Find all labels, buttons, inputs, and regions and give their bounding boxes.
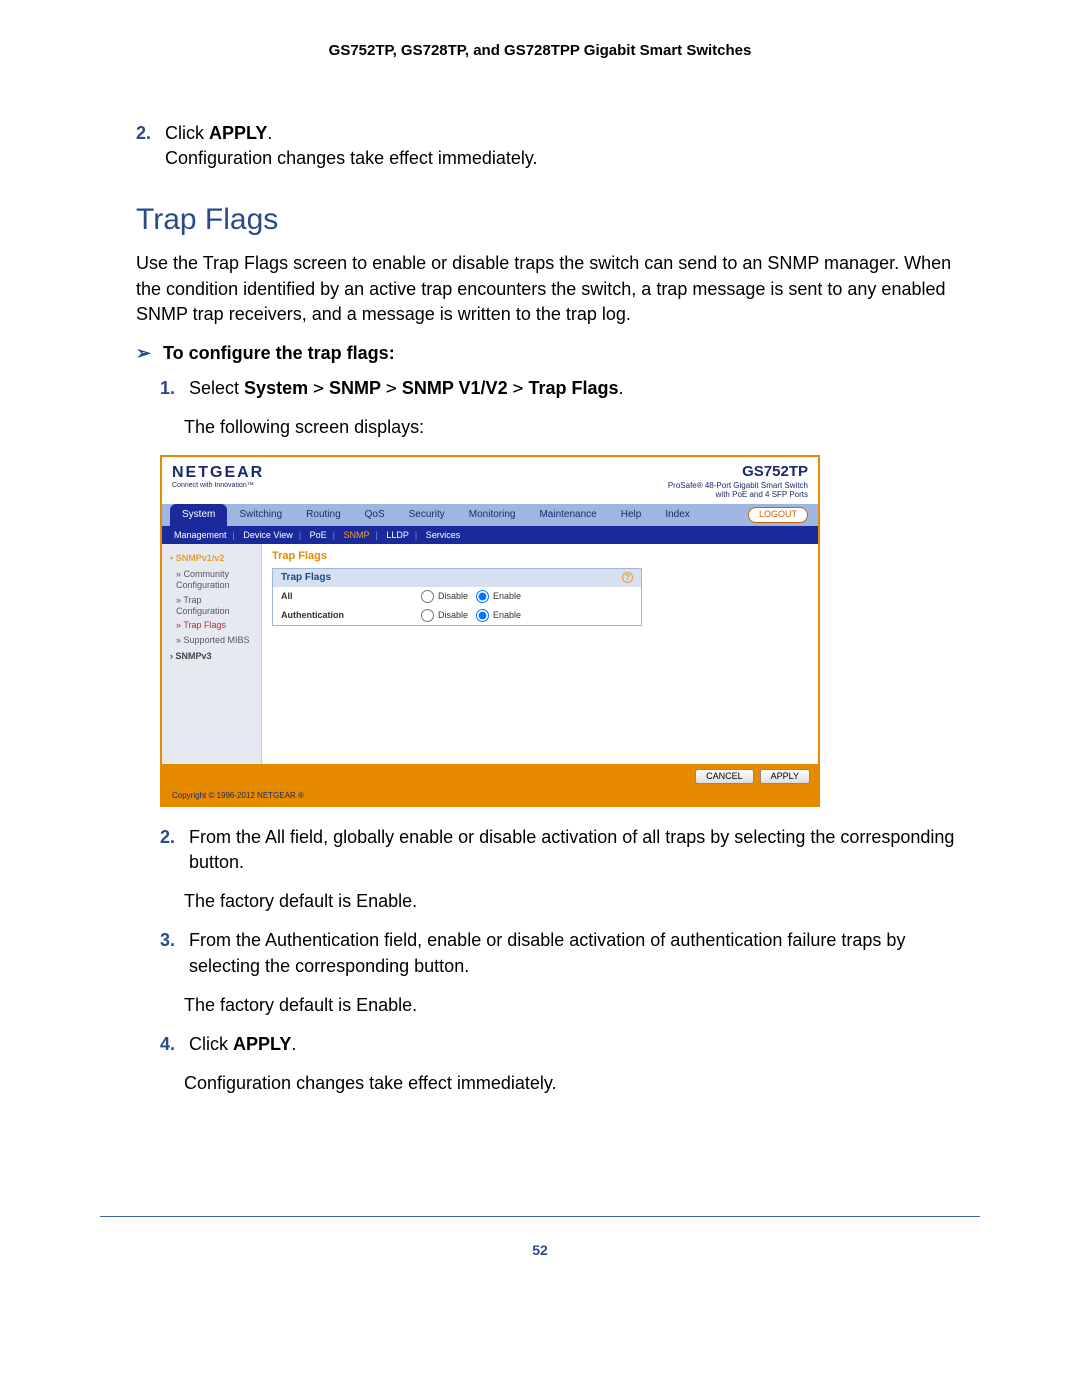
- step-body: From the Authentication field, enable or…: [189, 928, 979, 978]
- main-panel: Trap Flags Trap Flags ? All Disable Enab…: [262, 544, 818, 764]
- arrow-icon: ➢: [136, 341, 158, 366]
- step-4b: 4. Click APPLY.: [160, 1032, 980, 1057]
- product-desc-2: with PoE and 4 SFP Ports: [668, 490, 808, 500]
- tab-qos[interactable]: QoS: [353, 504, 397, 526]
- radio-auth-disable[interactable]: [421, 609, 434, 622]
- ui-screenshot: NETGEAR Connect with Innovation™ GS752TP…: [160, 455, 820, 807]
- intro-text: Use the Trap Flags screen to enable or d…: [136, 251, 980, 327]
- step-4b-follow: Configuration changes take effect immedi…: [184, 1071, 980, 1096]
- step-number: 3.: [160, 928, 184, 953]
- tab-help[interactable]: Help: [609, 504, 654, 526]
- doc-header: GS752TP, GS728TP, and GS728TPP Gigabit S…: [100, 40, 980, 61]
- ui-header: NETGEAR Connect with Innovation™ GS752TP…: [162, 457, 818, 504]
- sidebar-head-snmpv1v2[interactable]: ▪ SNMPv1/v2: [162, 550, 261, 567]
- product-info: GS752TP ProSafe® 48-Port Gigabit Smart S…: [668, 463, 808, 500]
- row-authentication: Authentication Disable Enable: [273, 606, 641, 625]
- tab-maintenance[interactable]: Maintenance: [527, 504, 608, 526]
- step-body: Click APPLY.: [189, 1032, 979, 1057]
- sub-tabs: Management| Device View| PoE| SNMP| LLDP…: [162, 526, 818, 545]
- step-2: 2. Click APPLY. Configuration changes ta…: [136, 121, 980, 171]
- product-desc-1: ProSafe® 48-Port Gigabit Smart Switch: [668, 481, 808, 491]
- step-1b-follow: The following screen displays:: [184, 415, 980, 440]
- radio-auth-enable[interactable]: [476, 609, 489, 622]
- step-number: 4.: [160, 1032, 184, 1057]
- apply-button[interactable]: APPLY: [760, 769, 810, 784]
- sidebar-item-trap-flags[interactable]: » Trap Flags: [162, 618, 261, 633]
- brand-tagline: Connect with Innovation™: [172, 482, 264, 490]
- page-number: 52: [532, 1242, 548, 1258]
- ui-body: ▪ SNMPv1/v2 » Community Configuration » …: [162, 544, 818, 764]
- cancel-button[interactable]: CANCEL: [695, 769, 754, 784]
- step-number: 2.: [136, 121, 160, 146]
- step-number: 1.: [160, 376, 184, 401]
- sidebar-head-snmpv3[interactable]: › SNMPv3: [162, 648, 261, 665]
- subtab-management[interactable]: Management: [174, 530, 227, 540]
- step-body: Select System > SNMP > SNMP V1/V2 > Trap…: [189, 376, 979, 401]
- task-heading: ➢ To configure the trap flags:: [136, 341, 980, 366]
- panel-title: Trap Flags: [272, 550, 808, 563]
- tab-security[interactable]: Security: [397, 504, 457, 526]
- brand-logo: NETGEAR: [172, 464, 264, 481]
- row-all-label: All: [281, 591, 421, 602]
- step-2b-follow: The factory default is Enable.: [184, 889, 980, 914]
- help-icon[interactable]: ?: [622, 572, 633, 583]
- main-tabs: System Switching Routing QoS Security Mo…: [162, 504, 818, 526]
- panel-head-label: Trap Flags: [281, 572, 331, 584]
- tab-routing[interactable]: Routing: [294, 504, 352, 526]
- step-1b: 1. Select System > SNMP > SNMP V1/V2 > T…: [160, 376, 980, 401]
- logout-button[interactable]: LOGOUT: [748, 507, 808, 523]
- tab-switching[interactable]: Switching: [227, 504, 294, 526]
- ui-copyright: Copyright © 1996-2012 NETGEAR ®: [162, 789, 818, 805]
- subtab-device-view[interactable]: Device View: [243, 530, 292, 540]
- step-number: 2.: [160, 825, 184, 850]
- step-body: From the All field, globally enable or d…: [189, 825, 979, 875]
- section-title: Trap Flags: [136, 199, 980, 241]
- row-all: All Disable Enable: [273, 587, 641, 606]
- radio-all-enable[interactable]: [476, 590, 489, 603]
- subtab-poe[interactable]: PoE: [310, 530, 327, 540]
- tab-monitoring[interactable]: Monitoring: [457, 504, 528, 526]
- sidebar-item-supported-mibs[interactable]: » Supported MIBS: [162, 633, 261, 648]
- step-3b: 3. From the Authentication field, enable…: [160, 928, 980, 978]
- panel-head: Trap Flags ?: [273, 569, 641, 587]
- sidebar: ▪ SNMPv1/v2 » Community Configuration » …: [162, 544, 262, 764]
- page-footer: 52: [100, 1216, 980, 1262]
- sidebar-item-trap-config[interactable]: » Trap Configuration: [162, 593, 261, 619]
- subtab-snmp[interactable]: SNMP: [344, 530, 370, 540]
- sidebar-item-community[interactable]: » Community Configuration: [162, 567, 261, 593]
- brand-block: NETGEAR Connect with Innovation™: [172, 463, 264, 500]
- step-2b: 2. From the All field, globally enable o…: [160, 825, 980, 875]
- subtab-services[interactable]: Services: [426, 530, 461, 540]
- step-body: Click APPLY. Configuration changes take …: [165, 121, 979, 171]
- step-3b-follow: The factory default is Enable.: [184, 993, 980, 1018]
- ui-footer: CANCEL APPLY: [162, 764, 818, 789]
- tab-system[interactable]: System: [170, 504, 227, 526]
- tab-index[interactable]: Index: [653, 504, 701, 526]
- subtab-lldp[interactable]: LLDP: [386, 530, 409, 540]
- row-auth-label: Authentication: [281, 610, 421, 621]
- panel-box: Trap Flags ? All Disable Enable Authenti…: [272, 568, 642, 626]
- radio-all-disable[interactable]: [421, 590, 434, 603]
- product-model: GS752TP: [668, 463, 808, 481]
